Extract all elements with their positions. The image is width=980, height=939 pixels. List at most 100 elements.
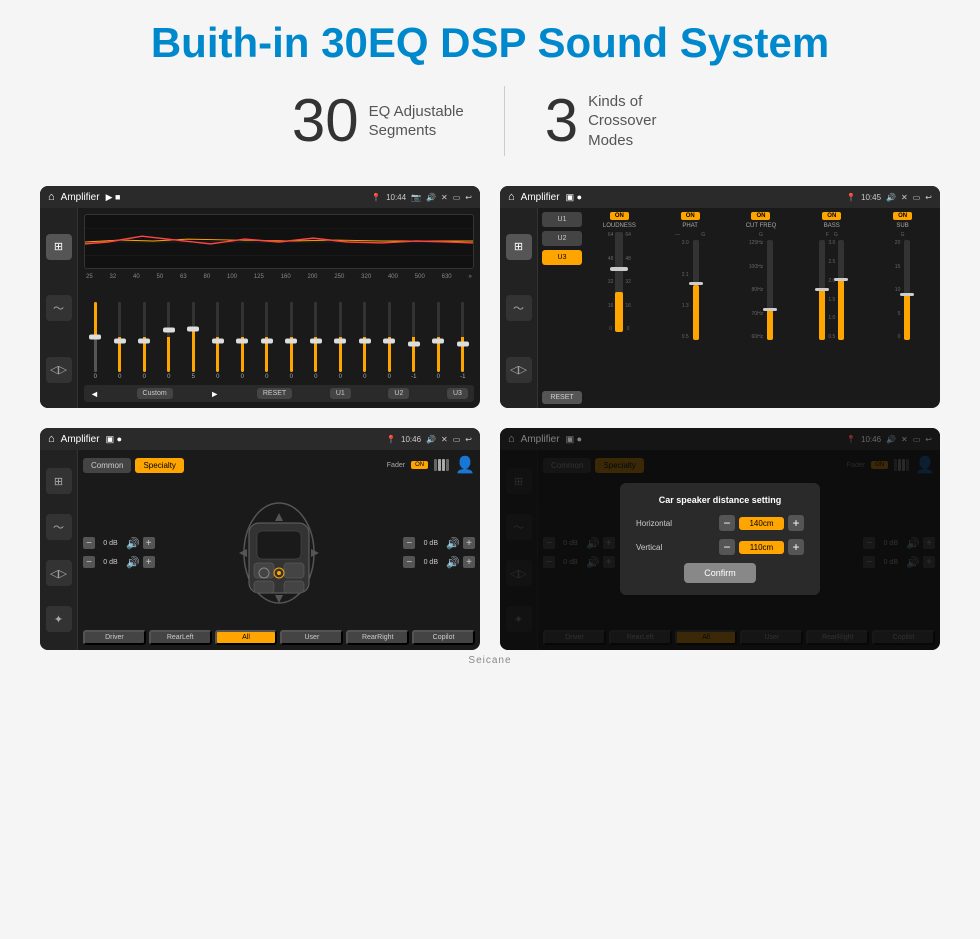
- fader-val-8: 0: [290, 374, 293, 380]
- fader-track-0[interactable]: [94, 302, 97, 372]
- crossover-u2-btn[interactable]: U2: [542, 231, 582, 246]
- fader-track-4[interactable]: [192, 302, 195, 372]
- specialty-sidebar-speaker-icon[interactable]: ◁▷: [46, 560, 72, 586]
- horizontal-plus[interactable]: +: [788, 515, 804, 531]
- eq-back-icon[interactable]: ↩: [465, 193, 472, 202]
- fader-track-12[interactable]: [388, 302, 391, 372]
- fader-track-3[interactable]: [167, 302, 170, 372]
- db-minus-right-bot[interactable]: −: [403, 556, 415, 568]
- crossover-home-icon[interactable]: ⌂: [508, 191, 515, 203]
- eq-reset-btn[interactable]: RESET: [257, 388, 292, 399]
- fader-val-5: 0: [216, 374, 219, 380]
- fader-track-11[interactable]: [363, 302, 366, 372]
- specialty-home-icon[interactable]: ⌂: [48, 433, 55, 445]
- loudness-toggle[interactable]: ON: [610, 212, 629, 220]
- eq-time: 10:44: [386, 193, 406, 202]
- crossover-u3-btn[interactable]: U3: [542, 250, 582, 265]
- user-btn[interactable]: User: [280, 630, 343, 645]
- specialty-topbar-left: ⌂ Amplifier ▣ ●: [48, 433, 122, 445]
- fader-val-1: 0: [118, 374, 121, 380]
- fader-track-8[interactable]: [290, 302, 293, 372]
- fader-col-12: 0: [378, 302, 401, 380]
- driver-btn[interactable]: Driver: [83, 630, 146, 645]
- vertical-minus[interactable]: −: [719, 539, 735, 555]
- fader-col-10: 0: [329, 302, 352, 380]
- db-plus-right-top[interactable]: +: [463, 537, 475, 549]
- db-plus-left-top[interactable]: +: [143, 537, 155, 549]
- crossover-topbar-icons: ▣ ●: [566, 192, 582, 203]
- sub-toggle[interactable]: ON: [893, 212, 912, 220]
- rearright-btn[interactable]: RearRight: [346, 630, 409, 645]
- eq-custom-btn[interactable]: Custom: [137, 388, 173, 399]
- eq-volume-icon: 🔊: [426, 193, 436, 202]
- fader-track-6[interactable]: [241, 302, 244, 372]
- stats-row: 30 EQ AdjustableSegments 3 Kinds ofCross…: [40, 86, 940, 156]
- db-plus-right-bot[interactable]: +: [463, 556, 475, 568]
- fader-val-14: 0: [437, 374, 440, 380]
- fader-label: Fader: [387, 462, 405, 469]
- eq-close-icon[interactable]: ✕: [441, 193, 448, 202]
- vertical-plus[interactable]: +: [788, 539, 804, 555]
- horizontal-minus[interactable]: −: [719, 515, 735, 531]
- copilot-btn[interactable]: Copilot: [412, 630, 475, 645]
- rearleft-btn[interactable]: RearLeft: [149, 630, 212, 645]
- eq-u2-btn[interactable]: U2: [388, 388, 409, 399]
- specialty-back-icon[interactable]: ↩: [465, 435, 472, 444]
- confirm-button[interactable]: Confirm: [684, 563, 756, 583]
- spec-tab-common[interactable]: Common: [83, 458, 131, 473]
- specialty-window-icon: ▭: [453, 435, 461, 444]
- crossover-sidebar-wave-icon[interactable]: 〜: [506, 295, 532, 321]
- eq-u1-btn[interactable]: U1: [330, 388, 351, 399]
- specialty-sidebar-bt-icon[interactable]: ✦: [46, 606, 72, 632]
- eq-play-icon[interactable]: ►: [210, 389, 219, 399]
- eq-sidebar-eq-icon[interactable]: ⊞: [46, 234, 72, 260]
- db-minus-right-top[interactable]: −: [403, 537, 415, 549]
- eq-prev-icon[interactable]: ◄: [90, 389, 99, 399]
- fader-col-11: 0: [354, 302, 377, 380]
- fader-track-10[interactable]: [339, 302, 342, 372]
- specialty-sidebar-wave-icon[interactable]: 〜: [46, 514, 72, 540]
- crossover-sidebar-speaker-icon[interactable]: ◁▷: [506, 357, 532, 383]
- specialty-close-icon[interactable]: ✕: [441, 435, 448, 444]
- spk-icon-left-bot: 🔊: [126, 556, 140, 569]
- all-btn[interactable]: All: [215, 630, 278, 645]
- cutfreq-label: CUT FREQ: [746, 223, 777, 229]
- crossover-location-icon: 📍: [846, 193, 856, 202]
- crossover-close-icon[interactable]: ✕: [901, 193, 908, 202]
- fader-track-9[interactable]: [314, 302, 317, 372]
- eq-u3-btn[interactable]: U3: [447, 388, 468, 399]
- fader-track-1[interactable]: [118, 302, 121, 372]
- crossover-back-icon[interactable]: ↩: [925, 193, 932, 202]
- cutfreq-toggle[interactable]: ON: [751, 212, 770, 220]
- db-minus-left-top[interactable]: −: [83, 537, 95, 549]
- fader-track-2[interactable]: [143, 302, 146, 372]
- home-icon[interactable]: ⌂: [48, 191, 55, 203]
- spec-tab-specialty[interactable]: Specialty: [135, 458, 183, 473]
- specialty-sidebar-eq-icon[interactable]: ⊞: [46, 468, 72, 494]
- db-plus-left-bot[interactable]: +: [143, 556, 155, 568]
- eq-labels: 2532405063 80100125160200 25032040050063…: [84, 274, 474, 280]
- crossover-u1-btn[interactable]: U1: [542, 212, 582, 227]
- specialty-app-title: Amplifier: [61, 434, 100, 445]
- fader-val-3: 0: [167, 374, 170, 380]
- db-minus-left-bot[interactable]: −: [83, 556, 95, 568]
- stat-crossover-number: 3: [545, 91, 578, 151]
- eq-sidebar-wave-icon[interactable]: 〜: [46, 295, 72, 321]
- eq-topbar: ⌂ Amplifier ▶ ■ 📍 10:44 📷 🔊 ✕ ▭ ↩: [40, 186, 480, 208]
- screen-crossover: ⌂ Amplifier ▣ ● 📍 10:45 🔊 ✕ ▭ ↩ ⊞ 〜 ◁▷: [500, 186, 940, 408]
- crossover-reset-btn[interactable]: RESET: [542, 391, 582, 404]
- crossover-sidebar: ⊞ 〜 ◁▷: [500, 208, 538, 408]
- bass-toggle[interactable]: ON: [822, 212, 841, 220]
- fader-track-7[interactable]: [265, 302, 268, 372]
- fader-bars: [434, 459, 449, 471]
- eq-sidebar: ⊞ 〜 ◁▷: [40, 208, 78, 408]
- fader-track-15[interactable]: [461, 302, 464, 372]
- eq-content: ⊞ 〜 ◁▷: [40, 208, 480, 408]
- fader-track-13[interactable]: [412, 302, 415, 372]
- fader-track-5[interactable]: [216, 302, 219, 372]
- right-db-controls: − 0 dB 🔊 + − 0 dB 🔊 +: [403, 479, 475, 626]
- phat-toggle[interactable]: ON: [681, 212, 700, 220]
- crossover-sidebar-eq-icon[interactable]: ⊞: [506, 234, 532, 260]
- fader-track-14[interactable]: [437, 302, 440, 372]
- eq-sidebar-speaker-icon[interactable]: ◁▷: [46, 357, 72, 383]
